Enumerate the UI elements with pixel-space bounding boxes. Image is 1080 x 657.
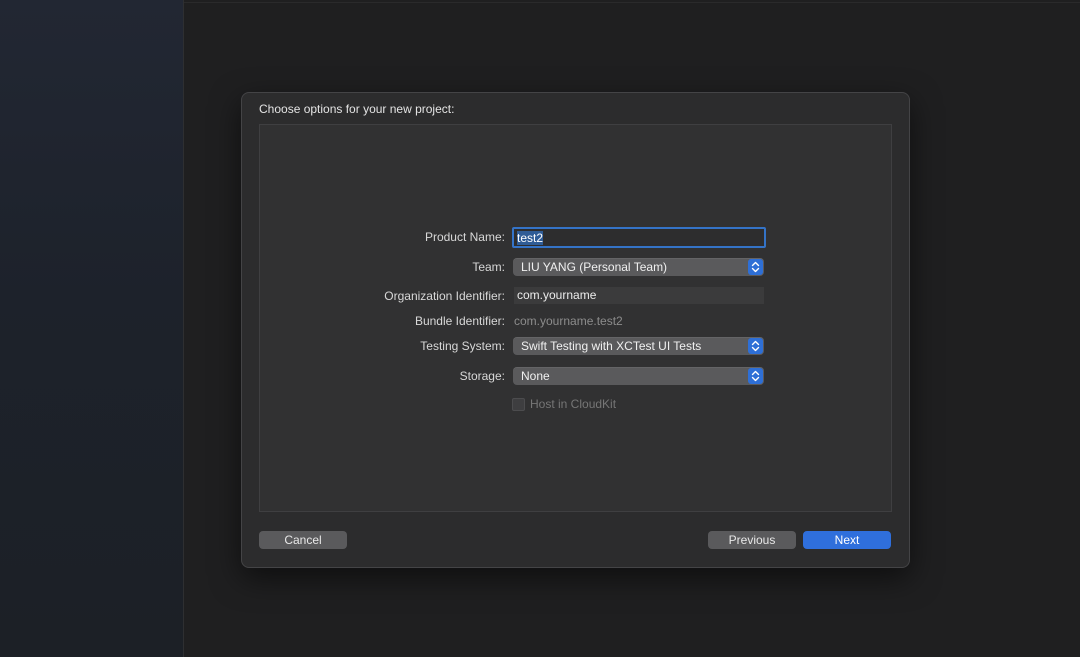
product-name-value: test2 — [517, 231, 544, 245]
next-button[interactable]: Next — [803, 531, 891, 549]
organization-identifier-input[interactable]: com.yourname — [514, 287, 764, 304]
team-popup-value: LIU YANG (Personal Team) — [521, 260, 668, 274]
host-in-cloudkit-checkbox — [512, 398, 525, 411]
testing-system-row: Testing System: Swift Testing with XCTes… — [260, 336, 891, 356]
host-in-cloudkit-label: Host in CloudKit — [530, 397, 617, 411]
product-name-row: Product Name: test2 — [260, 227, 891, 248]
testing-system-label: Testing System: — [420, 339, 505, 353]
up-down-chevron-icon — [748, 368, 763, 384]
storage-row: Storage: None — [260, 366, 891, 386]
organization-identifier-label: Organization Identifier: — [384, 289, 505, 303]
storage-label: Storage: — [459, 369, 505, 383]
dialog-title: Choose options for your new project: — [259, 102, 455, 116]
desktop-background: Choose options for your new project: Pro… — [0, 0, 1080, 657]
testing-system-popup-value: Swift Testing with XCTest UI Tests — [521, 339, 702, 353]
storage-popup-value: None — [521, 369, 550, 383]
sidebar-panel — [0, 0, 184, 657]
team-label: Team: — [472, 260, 505, 274]
new-project-options-sheet: Choose options for your new project: Pro… — [241, 92, 910, 568]
cancel-button[interactable]: Cancel — [259, 531, 347, 549]
testing-system-popup-button[interactable]: Swift Testing with XCTest UI Tests — [513, 337, 764, 355]
bundle-identifier-label: Bundle Identifier: — [414, 314, 505, 328]
options-form: Product Name: test2 Team: LIU YANG (Pers… — [259, 124, 892, 512]
product-name-input[interactable]: test2 — [512, 227, 766, 248]
team-row: Team: LIU YANG (Personal Team) — [260, 257, 891, 277]
bundle-identifier-row: Bundle Identifier: com.yourname.test2 — [260, 311, 891, 331]
product-name-label: Product Name: — [424, 230, 505, 244]
organization-identifier-row: Organization Identifier: com.yourname — [260, 286, 891, 306]
up-down-chevron-icon — [748, 259, 763, 275]
up-down-chevron-icon — [748, 338, 763, 354]
storage-popup-button[interactable]: None — [513, 367, 764, 385]
team-popup-button[interactable]: LIU YANG (Personal Team) — [513, 258, 764, 276]
previous-button[interactable]: Previous — [708, 531, 796, 549]
window-divider — [184, 2, 1080, 3]
bundle-identifier-value: com.yourname.test2 — [514, 314, 623, 328]
